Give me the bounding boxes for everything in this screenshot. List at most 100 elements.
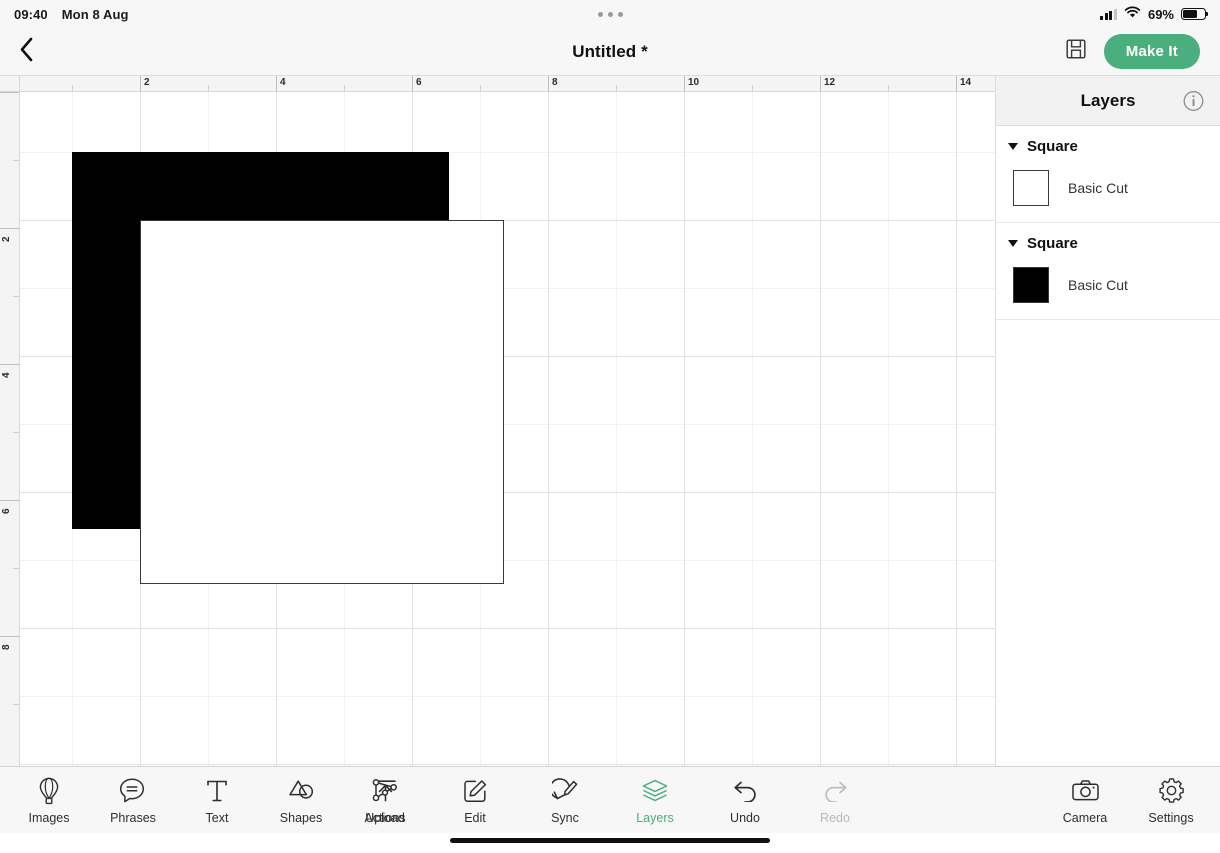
toolbar-item-label: Actions <box>364 810 406 825</box>
ruler-tick <box>13 432 19 433</box>
layer-group-list: Square Basic Cut Square Basic Cut <box>996 126 1220 320</box>
undo-arrow-icon <box>732 776 759 806</box>
layer-row[interactable]: Basic Cut <box>996 262 1220 319</box>
toolbar-item-label: Phrases <box>110 810 156 825</box>
ruler-tick <box>0 364 19 365</box>
toolbar-item-text[interactable]: Text <box>186 776 248 825</box>
toolbar-right-group: Camera Settings <box>1054 776 1220 825</box>
layers-stack-icon <box>641 776 669 806</box>
layer-color-swatch[interactable] <box>1013 267 1049 303</box>
status-bar-center <box>0 0 1220 28</box>
layer-group-name: Square <box>1027 235 1078 252</box>
ruler-corner <box>0 76 20 92</box>
edit-pencil-icon <box>462 776 489 806</box>
ruler-tick <box>0 636 19 637</box>
layers-panel-header: Layers <box>996 76 1220 126</box>
ruler-tick <box>72 85 73 91</box>
ruler-tick <box>752 85 753 91</box>
toolbar-item-label: Redo <box>820 810 850 825</box>
info-circle-icon[interactable] <box>1183 90 1204 111</box>
sync-pen-icon <box>551 776 579 806</box>
app-root: 09:40 Mon 8 Aug 69% Untitled * Make It 2… <box>0 0 1220 853</box>
toolbar-item-layers[interactable]: Layers <box>624 776 686 825</box>
gear-icon <box>1158 776 1185 806</box>
cellular-signal-icon <box>1100 8 1117 20</box>
ruler-tick <box>13 704 19 705</box>
ruler-label-v: 4 <box>1 372 12 378</box>
ruler-label-v: 6 <box>1 508 12 514</box>
toolbar-item-shapes[interactable]: Shapes <box>270 776 332 825</box>
ruler-label-h: 8 <box>552 77 558 88</box>
status-bar: 09:40 Mon 8 Aug 69% <box>0 0 1220 28</box>
wifi-icon <box>1124 6 1141 22</box>
toolbar-item-label: Sync <box>551 810 579 825</box>
layer-group-header[interactable]: Square <box>996 223 1220 262</box>
save-floppy-icon <box>1066 39 1086 64</box>
layer-operation-label: Basic Cut <box>1068 277 1128 293</box>
camera-icon <box>1071 776 1100 806</box>
bottom-toolbar: Images Phrases Text Shapes Upload Actions Edi… <box>0 766 1220 833</box>
toolbar-item-redo: Redo <box>804 776 866 825</box>
status-date: Mon 8 Aug <box>61 6 129 22</box>
layer-group: Square Basic Cut <box>996 126 1220 223</box>
toolbar-item-undo[interactable]: Undo <box>714 776 776 825</box>
ruler-label-h: 6 <box>416 77 422 88</box>
document-title: Untitled * <box>572 41 648 61</box>
home-indicator <box>450 838 770 843</box>
ruler-label-v: 2 <box>1 236 12 242</box>
toolbar-item-images[interactable]: Images <box>18 776 80 825</box>
ruler-tick <box>0 500 19 501</box>
status-time: 09:40 <box>14 6 48 22</box>
layer-group-name: Square <box>1027 138 1078 155</box>
ruler-tick <box>13 160 19 161</box>
ruler-tick <box>0 228 19 229</box>
horizontal-ruler: 2 4 6 8 10 12 14 <box>0 76 995 92</box>
header-actions: Make It <box>1066 34 1220 69</box>
status-bar-right: 69% <box>1100 6 1209 22</box>
canvas-grid <box>20 92 995 766</box>
toolbar-item-phrases[interactable]: Phrases <box>102 776 164 825</box>
ruler-tick <box>344 85 345 91</box>
ruler-tick <box>616 85 617 91</box>
toolbar-item-label: Images <box>28 810 70 825</box>
layer-group: Square Basic Cut <box>996 223 1220 320</box>
make-it-button[interactable]: Make It <box>1103 34 1200 69</box>
layer-operation-label: Basic Cut <box>1068 180 1128 196</box>
shapes-icon <box>287 776 316 806</box>
toolbar-item-label: Layers <box>636 810 674 825</box>
chevron-down-icon[interactable] <box>1008 143 1018 150</box>
canvas-shape-white-square[interactable] <box>140 220 504 584</box>
toolbar-item-label: Camera <box>1062 810 1108 825</box>
design-canvas[interactable]: 2 4 6 8 10 12 14 2 4 6 8 <box>0 76 995 766</box>
toolbar-item-sync[interactable]: Sync <box>534 776 596 825</box>
toolbar-item-settings[interactable]: Settings <box>1140 776 1202 825</box>
ruler-tick <box>480 85 481 91</box>
hot-air-balloon-icon <box>36 776 62 806</box>
ruler-label-h: 2 <box>144 77 150 88</box>
vertical-ruler: 2 4 6 8 <box>0 76 20 766</box>
chevron-down-icon[interactable] <box>1008 240 1018 247</box>
multitasking-dots-icon[interactable] <box>597 11 623 17</box>
layer-group-header[interactable]: Square <box>996 126 1220 165</box>
ruler-tick <box>888 85 889 91</box>
toolbar-item-label: Shapes <box>279 810 323 825</box>
ruler-label-h: 10 <box>688 77 700 88</box>
text-t-icon <box>205 776 229 806</box>
toolbar-item-label: Text <box>205 810 229 825</box>
battery-icon <box>1181 8 1209 20</box>
save-button[interactable] <box>1066 39 1086 64</box>
app-header: Untitled * Make It <box>0 28 1220 76</box>
ruler-label-h: 12 <box>824 77 836 88</box>
ruler-label-h: 14 <box>960 77 972 88</box>
layers-panel: Layers Square Basic Cut Square Basic Cut <box>995 76 1220 766</box>
toolbar-item-camera[interactable]: Camera <box>1054 776 1116 825</box>
speech-bubble-icon <box>119 776 147 806</box>
toolbar-item-label: Undo <box>730 810 760 825</box>
ruler-label-h: 4 <box>280 77 286 88</box>
toolbar-item-label: Edit <box>464 810 486 825</box>
layer-color-swatch[interactable] <box>1013 170 1049 206</box>
toolbar-item-edit[interactable]: Edit <box>444 776 506 825</box>
toolbar-item-actions[interactable]: Actions <box>354 776 416 825</box>
main-area: 2 4 6 8 10 12 14 2468 Layers Square Basic Cut Sq… <box>0 76 1220 766</box>
layer-row[interactable]: Basic Cut <box>996 165 1220 222</box>
